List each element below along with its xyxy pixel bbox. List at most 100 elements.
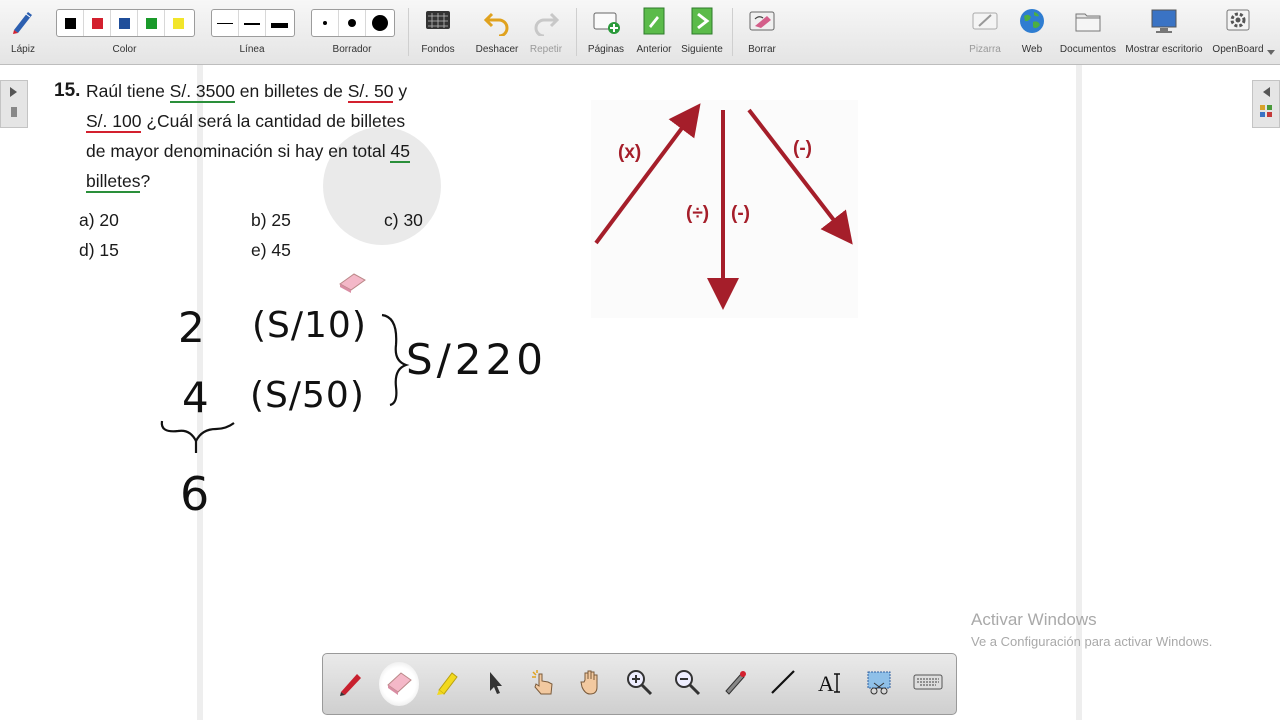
redo-arrow-icon [534, 12, 560, 36]
openboard-label: OpenBoard [1212, 44, 1264, 55]
selector-tool[interactable] [475, 662, 515, 706]
pages-button[interactable]: Páginas [585, 0, 627, 64]
multiply-label: (x) [618, 142, 642, 163]
hand-icon [580, 670, 598, 695]
right-panel-toggle[interactable] [1252, 80, 1280, 128]
eraser-small-option[interactable] [312, 10, 339, 36]
undo-button[interactable]: Deshacer [474, 0, 520, 64]
color-palette [56, 9, 195, 37]
pen-label: Lápiz [11, 44, 35, 55]
highlighter-tool[interactable] [427, 662, 467, 706]
redo-button[interactable]: Repetir [526, 0, 566, 64]
desktop-monitor-icon [1151, 9, 1177, 33]
interact-tool[interactable] [523, 662, 563, 706]
board-icon [972, 12, 998, 30]
keyboard-icon [913, 674, 943, 690]
laser-pointer-tool[interactable] [715, 662, 755, 706]
toolbar-separator [576, 8, 577, 56]
next-page-icon [691, 7, 713, 35]
question-text-segment: de mayor denominación si hay en total [86, 141, 391, 161]
eraser-medium-option[interactable] [339, 10, 366, 36]
operations-arrow-diagram: (x) (÷) (-) (-) [591, 100, 858, 318]
chevron-down-icon[interactable] [1267, 50, 1275, 56]
next-label: Siguiente [681, 44, 723, 55]
question-number: 15. [54, 80, 81, 101]
line-tool[interactable] [763, 662, 803, 706]
show-desktop-label: Mostrar escritorio [1125, 44, 1203, 55]
pen-tool[interactable]: Lápiz [4, 0, 42, 64]
line-thick-option[interactable] [266, 10, 293, 36]
screen-capture-icon [867, 671, 891, 695]
left-panel-toggle[interactable] [0, 80, 28, 128]
show-desktop-button[interactable]: Mostrar escritorio [1122, 0, 1206, 64]
question-text-segment: ¿Cuál será la cantidad de billetes [141, 111, 406, 131]
text-icon: A [818, 671, 840, 696]
option-b: b) 25 [251, 210, 291, 230]
zoom-in-tool[interactable] [619, 662, 659, 706]
toolbar-separator [732, 8, 733, 56]
option-d: d) 15 [79, 240, 119, 260]
eraser-large-option[interactable] [366, 10, 393, 36]
pages-label: Páginas [587, 44, 625, 55]
undo-label: Deshacer [475, 44, 519, 55]
question-text-segment: Raúl tiene [86, 81, 170, 101]
color-green-swatch[interactable] [138, 10, 165, 36]
add-page-icon [593, 12, 620, 34]
chevron-left-icon [1260, 87, 1272, 117]
hand-pan-tool[interactable] [571, 662, 611, 706]
top-toolbar: Lápiz Color Línea Borrador Fondos Deshac… [0, 0, 1280, 65]
previous-label: Anterior [636, 44, 672, 55]
text-tool[interactable]: A [811, 662, 851, 706]
chevron-right-icon [10, 87, 17, 117]
question-text-segment: y [393, 81, 408, 101]
line-label: Línea [239, 44, 265, 55]
capture-tool[interactable] [859, 662, 899, 706]
option-c: c) 30 [384, 210, 423, 230]
documents-button[interactable]: Documentos [1058, 0, 1118, 64]
question-text: Raúl tiene S/. 3500 en billetes de S/. 5… [86, 76, 466, 196]
folder-icon [1075, 13, 1101, 32]
backgrounds-label: Fondos [421, 44, 455, 55]
eraser-size-group [311, 9, 395, 37]
line-thin-option[interactable] [212, 10, 239, 36]
zoom-out-tool[interactable] [667, 662, 707, 706]
handwritten-sum: 6 [180, 467, 210, 521]
last-word-highlight: billetes [86, 171, 141, 193]
question-text-segment: en billetes de [234, 81, 348, 101]
subtract-right-label: (-) [793, 138, 812, 159]
subtract-mid-label: (-) [731, 203, 750, 224]
arrow-pointer-icon [490, 672, 502, 694]
question-line-4: billetes? [86, 166, 466, 196]
openboard-menu-button[interactable]: OpenBoard [1210, 0, 1266, 64]
board-label: Pizarra [969, 44, 1001, 55]
highlighter-icon [437, 672, 458, 695]
whiteboard-canvas[interactable]: 15. Raúl tiene S/. 3500 en billetes de S… [0, 65, 1280, 720]
gear-icon [1226, 9, 1250, 31]
handwritten-result: S/220 [406, 335, 547, 384]
eraser-tool[interactable] [379, 662, 419, 706]
previous-page-icon [643, 7, 665, 35]
web-button[interactable]: Web [1012, 0, 1052, 64]
handwritten-strokes [160, 313, 410, 453]
denom-small-highlight: S/. 50 [347, 81, 394, 103]
virtual-keyboard-tool[interactable] [907, 662, 947, 706]
previous-page-button[interactable]: Anterior [633, 0, 675, 64]
backgrounds-button[interactable]: Fondos [416, 0, 460, 64]
board-mode-button[interactable]: Pizarra [964, 0, 1006, 64]
watermark-subtitle: Ve a Configuración para activar Windows. [971, 634, 1213, 649]
color-label: Color [112, 44, 137, 55]
pen-draw-tool[interactable] [331, 662, 371, 706]
bottom-tool-dock: A [322, 653, 957, 715]
color-red-swatch[interactable] [84, 10, 111, 36]
next-page-button[interactable]: Siguiente [680, 0, 724, 64]
clear-button[interactable]: Borrar [742, 0, 782, 64]
color-blue-swatch[interactable] [111, 10, 138, 36]
color-yellow-swatch[interactable] [165, 10, 192, 36]
question-line-1: Raúl tiene S/. 3500 en billetes de S/. 5… [86, 76, 466, 106]
total-highlight: 45 [390, 141, 410, 163]
redo-label: Repetir [529, 44, 563, 55]
question-line-2: S/. 100 ¿Cuál será la cantidad de billet… [86, 106, 466, 136]
color-black-swatch[interactable] [57, 10, 84, 36]
line-medium-option[interactable] [239, 10, 266, 36]
option-e: e) 45 [251, 240, 291, 260]
